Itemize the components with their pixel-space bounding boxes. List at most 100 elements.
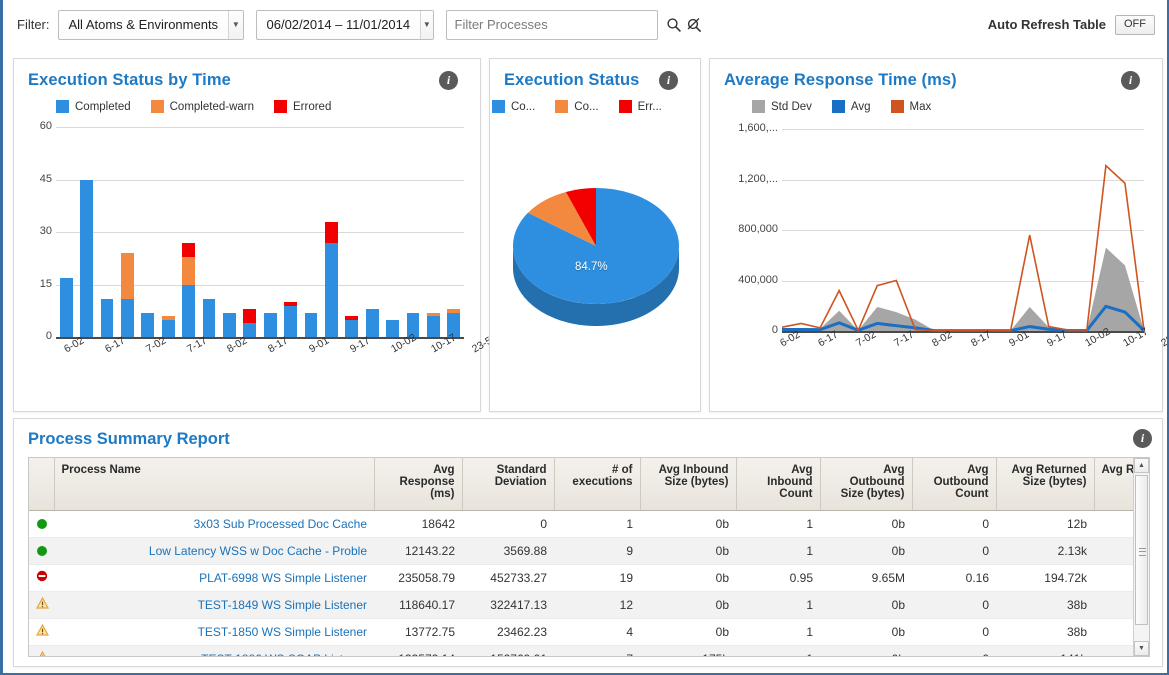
table-header-line: Size (bytes): [1004, 476, 1087, 488]
bar-segment[interactable]: [182, 285, 195, 338]
charts-row: Execution Status by Time i CompletedComp…: [13, 58, 1163, 412]
atoms-environments-value: All Atoms & Environments: [59, 17, 229, 32]
filter-processes-input[interactable]: [446, 10, 658, 40]
bar-segment[interactable]: [121, 299, 134, 338]
table-cell: 1: [736, 537, 820, 564]
auto-refresh-toggle[interactable]: OFF: [1115, 15, 1155, 35]
process-name-link[interactable]: 3x03 Sub Processed Doc Cache: [194, 517, 367, 531]
panel-title: Execution Status: [504, 71, 639, 90]
table-header-line: Outbound: [920, 476, 989, 488]
table-header-line: Avg Returned: [1004, 464, 1087, 476]
bar-segment[interactable]: [101, 299, 114, 338]
chart-gridline: [56, 232, 464, 233]
clear-search-icon[interactable]: [686, 17, 702, 33]
table-cell: 452733.27: [462, 564, 554, 591]
auto-refresh-label: Auto Refresh Table: [988, 17, 1106, 32]
bar-segment[interactable]: [121, 253, 134, 299]
info-icon[interactable]: i: [439, 71, 458, 90]
table-row[interactable]: PLAT-6998 WS Simple Listener235058.79452…: [29, 564, 1150, 591]
bar-segment[interactable]: [325, 243, 338, 338]
table-header-cell[interactable]: Avg ReturnedSize (bytes): [996, 458, 1094, 510]
scroll-down-button[interactable]: ▼: [1134, 641, 1149, 656]
bar-segment[interactable]: [162, 316, 175, 320]
table-cell: 0b: [640, 510, 736, 537]
table-cell: 9: [554, 537, 640, 564]
bar-segment[interactable]: [243, 323, 256, 337]
process-name-link[interactable]: TEST-1886 WS SOAP Listener: [201, 652, 367, 658]
table-header-cell[interactable]: AvgOutboundCount: [912, 458, 996, 510]
search-icon[interactable]: [666, 17, 682, 33]
table-scrollbar[interactable]: ▲ ▼: [1133, 458, 1149, 656]
process-name-cell: PLAT-6998 WS Simple Listener: [54, 564, 374, 591]
status-warning-icon: [36, 597, 49, 612]
bar-segment[interactable]: [447, 309, 460, 313]
table-header-cell[interactable]: Process Name: [54, 458, 374, 510]
bar-segment[interactable]: [386, 320, 399, 338]
process-name-link[interactable]: TEST-1849 WS Simple Listener: [198, 598, 367, 612]
bar-segment[interactable]: [60, 278, 73, 338]
table-row[interactable]: TEST-1886 WS SOAP Listener133572.1415276…: [29, 645, 1150, 657]
info-icon[interactable]: i: [1133, 429, 1152, 448]
panel-execution-status: Execution Status i Co...Co...Err... 84.7…: [489, 58, 701, 412]
table-body: 3x03 Sub Processed Doc Cache18642010b10b…: [29, 510, 1150, 657]
row-status-cell: [29, 618, 54, 645]
table-header-cell[interactable]: AvgResponse(ms): [374, 458, 462, 510]
panel-title: Execution Status by Time: [28, 71, 231, 90]
table-header-cell[interactable]: Avg InboundSize (bytes): [640, 458, 736, 510]
bar-segment[interactable]: [427, 313, 440, 317]
info-icon[interactable]: i: [659, 71, 678, 90]
table-header-cell[interactable]: AvgOutboundSize (bytes): [820, 458, 912, 510]
table-row[interactable]: 3x03 Sub Processed Doc Cache18642010b10b…: [29, 510, 1150, 537]
process-name-cell: TEST-1850 WS Simple Listener: [54, 618, 374, 645]
table-cell: 38b: [996, 618, 1094, 645]
legend-item: Completed: [56, 100, 131, 113]
bar-segment[interactable]: [427, 316, 440, 337]
table-header-cell[interactable]: Avg InboundCount: [736, 458, 820, 510]
table-cell: 0.95: [736, 564, 820, 591]
table-cell: 0b: [640, 537, 736, 564]
report-title: Process Summary Report: [28, 430, 230, 449]
table-cell: 0: [912, 645, 996, 657]
table-row[interactable]: Low Latency WSS w Doc Cache - Proble 1214…: [29, 537, 1150, 564]
process-name-link[interactable]: TEST-1850 WS Simple Listener: [198, 625, 367, 639]
bar-segment[interactable]: [325, 222, 338, 243]
table-header-cell[interactable]: # ofexecutions: [554, 458, 640, 510]
bar-segment[interactable]: [264, 313, 277, 338]
table-cell: 0b: [640, 564, 736, 591]
table-cell: 0: [912, 510, 996, 537]
scrollbar-thumb[interactable]: [1135, 475, 1148, 625]
bar-segment[interactable]: [345, 316, 358, 320]
process-name-link[interactable]: Low Latency WSS w Doc Cache - Proble: [149, 544, 367, 558]
table-header-line: Avg Inbound: [744, 464, 813, 488]
date-range-select[interactable]: 06/02/2014 – 11/01/2014 ▼: [256, 10, 434, 40]
info-icon[interactable]: i: [1121, 71, 1140, 90]
bar-segment[interactable]: [305, 313, 318, 338]
bar-segment[interactable]: [182, 257, 195, 285]
panel-execution-status-by-time: Execution Status by Time i CompletedComp…: [13, 58, 481, 412]
table-cell: 12b: [996, 510, 1094, 537]
bar-segment[interactable]: [141, 313, 154, 338]
bar-segment[interactable]: [345, 320, 358, 338]
atoms-environments-select[interactable]: All Atoms & Environments ▼: [58, 10, 244, 40]
table-cell: 12143.22: [374, 537, 462, 564]
table-row[interactable]: TEST-1850 WS Simple Listener13772.752346…: [29, 618, 1150, 645]
bar-segment[interactable]: [80, 180, 93, 338]
bar-segment[interactable]: [284, 302, 297, 306]
bar-segment[interactable]: [162, 320, 175, 338]
table-header-line: Count: [920, 488, 989, 500]
table-cell: 0: [462, 510, 554, 537]
legend-swatch: [492, 100, 505, 113]
bar-segment[interactable]: [182, 243, 195, 257]
bar-segment[interactable]: [223, 313, 236, 338]
bar-segment[interactable]: [366, 309, 379, 337]
legend-item: Errored: [274, 100, 331, 113]
legend-label: Err...: [638, 101, 662, 113]
process-name-cell: TEST-1886 WS SOAP Listener: [54, 645, 374, 657]
bar-segment[interactable]: [284, 306, 297, 338]
table-header-cell[interactable]: StandardDeviation: [462, 458, 554, 510]
process-name-link[interactable]: PLAT-6998 WS Simple Listener: [199, 571, 367, 585]
table-row[interactable]: TEST-1849 WS Simple Listener118640.17322…: [29, 591, 1150, 618]
bar-segment[interactable]: [243, 309, 256, 323]
bar-segment[interactable]: [203, 299, 216, 338]
scroll-up-button[interactable]: ▲: [1134, 458, 1149, 473]
